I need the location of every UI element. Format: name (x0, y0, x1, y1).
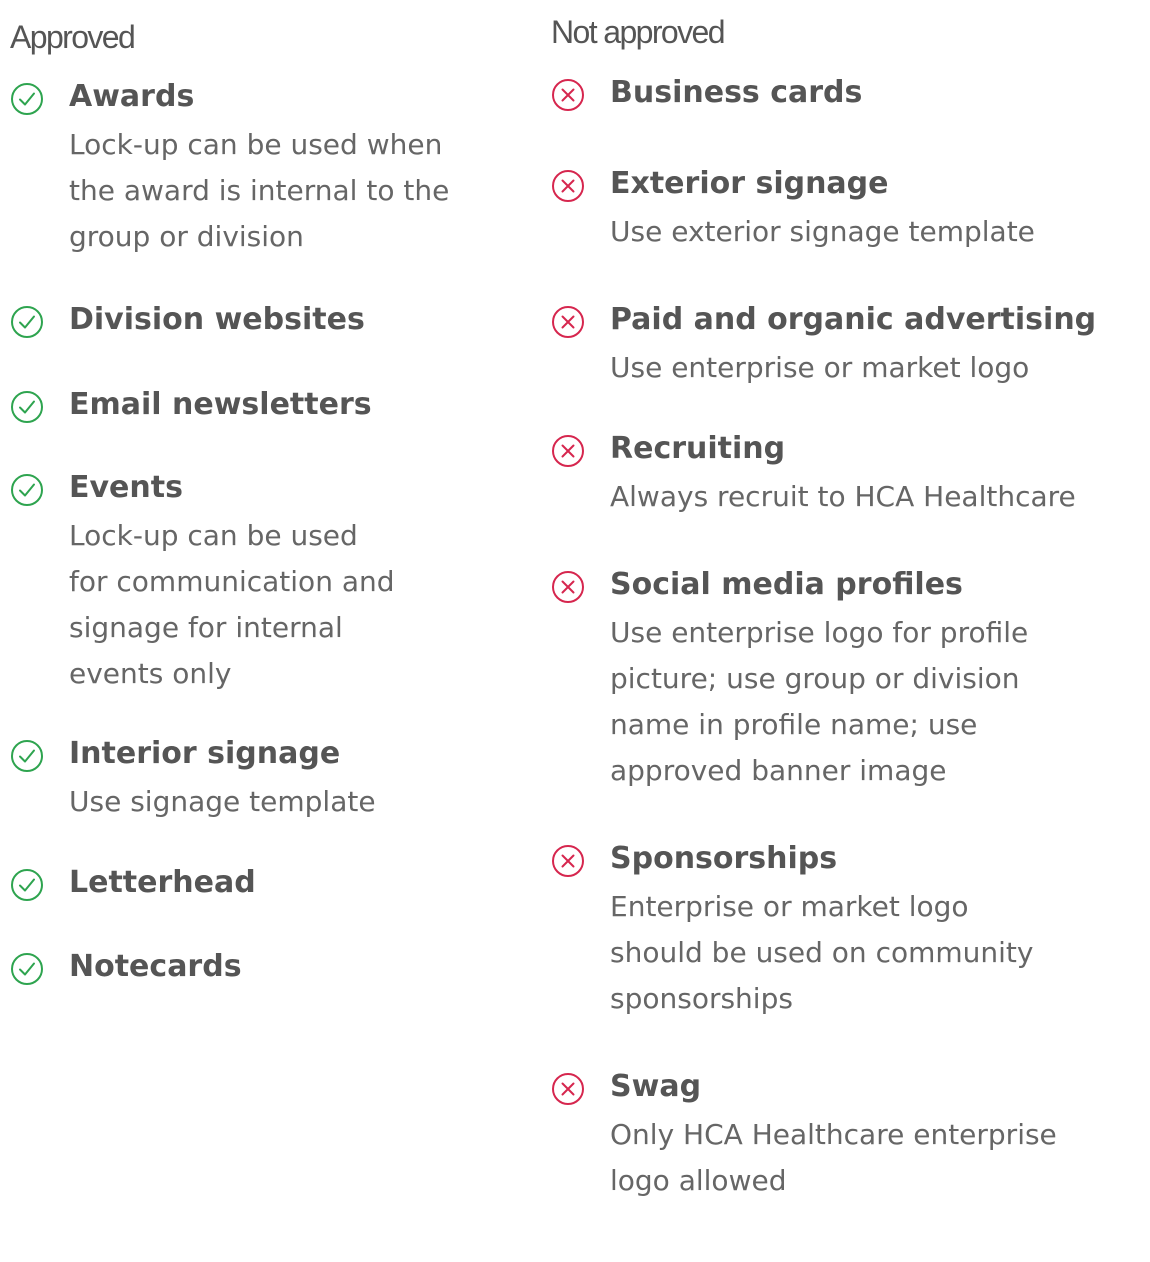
check-circle-icon (11, 474, 43, 506)
item-description: Only HCA Healthcare enterprise logo allo… (610, 1118, 1057, 1197)
item-description: Always recruit to HCA Healthcare (610, 480, 1076, 513)
x-circle-icon (552, 306, 584, 338)
x-circle-icon (552, 79, 584, 111)
item-title: Interior signage (69, 736, 341, 771)
check-circle-icon (11, 306, 43, 338)
item-description: Use enterprise or market logo (610, 351, 1030, 384)
check-circle-icon (11, 869, 43, 901)
check-circle-icon (11, 740, 43, 772)
item-title: Events (69, 470, 183, 505)
x-circle-icon (552, 1073, 584, 1105)
item-title: Recruiting (610, 431, 786, 466)
check-circle-icon (11, 953, 43, 985)
item-description: Use exterior signage template (610, 215, 1035, 248)
item-description: Use enterprise logo for profile picture;… (610, 616, 1029, 787)
item-description: Enterprise or market logo should be used… (610, 890, 1034, 1015)
item-title: Letterhead (69, 865, 256, 900)
item-title: Exterior signage (610, 166, 889, 201)
x-circle-icon (552, 435, 584, 467)
item-title: Notecards (69, 949, 242, 984)
item-title: Business cards (610, 75, 863, 110)
item-title: Sponsorships (610, 841, 838, 876)
approved-heading: Approved (10, 19, 136, 55)
x-circle-icon (552, 571, 584, 603)
item-title: Division websites (69, 302, 365, 337)
item-title: Email newsletters (69, 387, 372, 422)
item-title: Paid and organic advertising (610, 302, 1097, 337)
x-circle-icon (552, 170, 584, 202)
item-title: Awards (69, 79, 195, 114)
item-title: Social media profiles (610, 567, 963, 602)
check-circle-icon (11, 83, 43, 115)
item-description: Lock-up can be used when the award is in… (69, 128, 450, 253)
check-circle-icon (11, 391, 43, 423)
item-title: Swag (610, 1069, 702, 1104)
item-description: Use signage template (69, 785, 376, 818)
not-approved-heading: Not approved (551, 14, 726, 50)
x-circle-icon (552, 845, 584, 877)
item-description: Lock-up can be used for communication an… (69, 519, 395, 690)
